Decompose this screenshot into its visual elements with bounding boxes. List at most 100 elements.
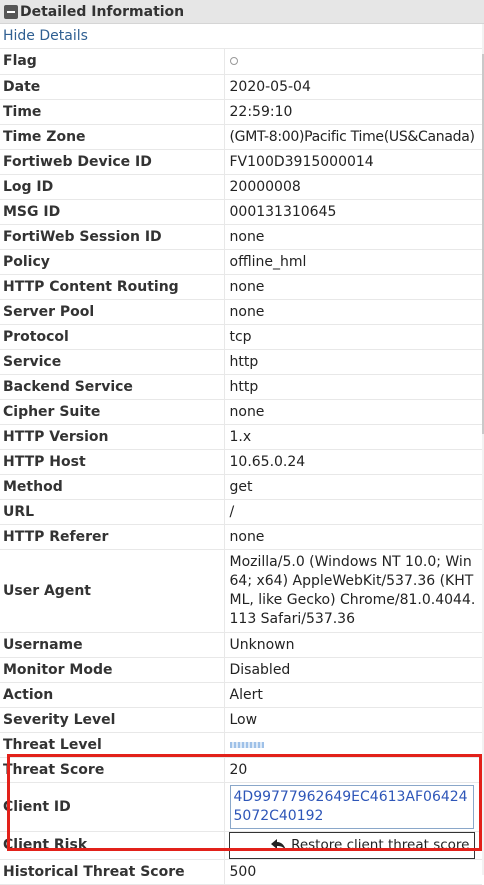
backend-service-label: Backend Service [0,374,225,400]
policy-label: Policy [0,249,225,275]
service-label: Service [0,349,225,375]
flag-label: Flag [0,49,225,75]
cipher-suite-label: Cipher Suite [0,399,225,425]
protocol-label: Protocol [0,324,225,350]
monitor-mode-label: Monitor Mode [0,657,225,683]
client-id-label: Client ID [0,782,225,832]
panel-title: Detailed Information [20,3,185,20]
minus-square-icon[interactable] [4,4,18,19]
row-client-id: Client ID 4D99777962649EC4613AF064245072… [0,782,482,832]
row-severity: Severity Level Low [0,707,482,733]
log-id-value: 20000008 [224,174,482,200]
row-date: Date 2020-05-04 [0,74,482,100]
flag-circle-icon [229,57,238,66]
date-value: 2020-05-04 [224,74,482,100]
cipher-suite-value: none [224,399,482,425]
referer-label: HTTP Referer [0,524,225,550]
session-id-value: none [224,224,482,250]
session-id-label: FortiWeb Session ID [0,224,225,250]
threat-level-value [224,732,482,758]
protocol-value: tcp [224,324,482,350]
undo-arrow-icon [271,839,287,851]
action-label: Action [0,682,225,708]
row-content-routing: HTTP Content Routing none [0,274,482,300]
device-id-value: FV100D3915000014 [224,149,482,175]
monitor-mode-value: Disabled [224,657,482,683]
method-value: get [224,474,482,500]
restore-button-label: Restore client threat score [291,837,470,853]
severity-value: Low [224,707,482,733]
http-version-label: HTTP Version [0,424,225,450]
url-value: / [224,499,482,525]
historical-threat-score-label: Historical Threat Score [0,859,225,885]
date-label: Date [0,74,225,100]
http-version-value: 1.x [224,424,482,450]
row-session-id: FortiWeb Session ID none [0,224,482,250]
server-pool-label: Server Pool [0,299,225,325]
timezone-label: Time Zone [0,124,225,150]
threat-level-indicator [229,741,264,748]
user-agent-label: User Agent [0,549,225,633]
row-server-pool: Server Pool none [0,299,482,325]
msg-id-label: MSG ID [0,199,225,225]
content-routing-value: none [224,274,482,300]
threat-score-value: 20 [224,757,482,783]
timezone-value: (GMT-8:00)Pacific Time(US&Canada) [224,124,482,150]
service-value: http [224,349,482,375]
client-id-value[interactable]: 4D99777962649EC4613AF064245072C40192 [229,784,474,829]
row-threat-score: Threat Score 20 [0,757,482,783]
method-label: Method [0,474,225,500]
row-timezone: Time Zone (GMT-8:00)Pacific Time(US&Cana… [0,124,482,150]
username-value: Unknown [224,632,482,658]
client-id-cell: 4D99777962649EC4613AF064245072C40192 [224,782,482,832]
row-log-id: Log ID 20000008 [0,174,482,200]
content-routing-label: HTTP Content Routing [0,274,225,300]
row-protocol: Protocol tcp [0,324,482,350]
row-historical-threat-score: Historical Threat Score 500 [0,859,482,885]
client-risk-cell: Restore client threat score [224,831,482,860]
row-client-risk: Client Risk Restore client threat score [0,831,482,860]
row-username: Username Unknown [0,632,482,658]
row-flag: Flag [0,49,482,75]
row-url: URL / [0,499,482,525]
historical-threat-score-value: 500 [224,859,482,885]
threat-level-label: Threat Level [0,732,225,758]
severity-label: Severity Level [0,707,225,733]
row-method: Method get [0,474,482,500]
row-service: Service http [0,349,482,375]
server-pool-value: none [224,299,482,325]
time-label: Time [0,99,225,125]
http-host-label: HTTP Host [0,449,225,475]
username-label: Username [0,632,225,658]
device-id-label: Fortiweb Device ID [0,149,225,175]
row-http-version: HTTP Version 1.x [0,424,482,450]
policy-value: offline_hml [224,249,482,275]
hide-details-link[interactable]: Hide Details [0,24,484,49]
flag-value [224,49,482,75]
backend-service-value: http [224,374,482,400]
row-device-id: Fortiweb Device ID FV100D3915000014 [0,149,482,175]
log-id-label: Log ID [0,174,225,200]
row-action: Action Alert [0,682,482,708]
row-time: Time 22:59:10 [0,99,482,125]
detailed-information-header[interactable]: Detailed Information [0,0,484,24]
user-agent-value: Mozilla/5.0 (Windows NT 10.0; Win64; x64… [224,549,482,633]
row-http-host: HTTP Host 10.65.0.24 [0,449,482,475]
url-label: URL [0,499,225,525]
row-cipher-suite: Cipher Suite none [0,399,482,425]
http-host-value: 10.65.0.24 [224,449,482,475]
row-referer: HTTP Referer none [0,524,482,550]
row-threat-level: Threat Level [0,732,482,758]
row-msg-id: MSG ID 000131310645 [0,199,482,225]
threat-score-label: Threat Score [0,757,225,783]
row-policy: Policy offline_hml [0,249,482,275]
details-table: Flag Date 2020-05-04 Time 22:59:10 Time … [0,49,482,885]
row-user-agent: User Agent Mozilla/5.0 (Windows NT 10.0;… [0,549,482,633]
row-backend-service: Backend Service http [0,374,482,400]
client-risk-label: Client Risk [0,831,225,860]
msg-id-value: 000131310645 [224,199,482,225]
action-value: Alert [224,682,482,708]
referer-value: none [224,524,482,550]
row-monitor-mode: Monitor Mode Disabled [0,657,482,683]
restore-client-threat-score-button[interactable]: Restore client threat score [228,831,475,859]
